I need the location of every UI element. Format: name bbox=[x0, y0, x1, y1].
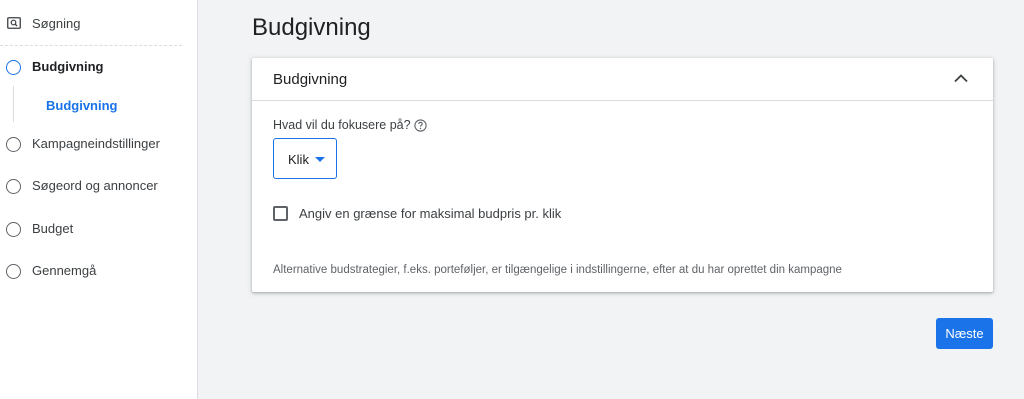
sidebar-step-budget[interactable]: Budget bbox=[0, 218, 198, 242]
bidding-card: Budgivning Hvad vil du fokusere på? Klik… bbox=[252, 58, 993, 292]
sidebar-search-label: Søgning bbox=[32, 16, 81, 31]
sidebar-step-label: Søgeord og annoncer bbox=[32, 178, 158, 193]
sidebar-substep-budgivning[interactable]: Budgivning bbox=[46, 98, 118, 113]
dropdown-caret-icon bbox=[315, 157, 325, 162]
chevron-up-icon[interactable] bbox=[953, 72, 969, 84]
card-title: Budgivning bbox=[273, 71, 348, 88]
page-title: Budgivning bbox=[252, 14, 371, 41]
alternative-strategies-note: Alternative budstrategier, f.eks. portef… bbox=[273, 264, 842, 276]
focus-select-value: Klik bbox=[288, 152, 309, 167]
sidebar: Søgning Budgivning Budgivning Kampagnein… bbox=[0, 0, 198, 399]
step-active-circle-icon bbox=[6, 60, 21, 75]
focus-question-label: Hvad vil du fokusere på? bbox=[273, 118, 411, 132]
step-circle-icon bbox=[6, 179, 21, 194]
sidebar-step-kampagneindstillinger[interactable]: Kampagneindstillinger bbox=[0, 133, 198, 157]
sidebar-step-soegeord[interactable]: Søgeord og annoncer bbox=[0, 175, 198, 199]
search-icon bbox=[7, 17, 21, 29]
max-bid-checkbox-label[interactable]: Angiv en grænse for maksimal budpris pr.… bbox=[299, 206, 561, 221]
sidebar-step-label: Budget bbox=[32, 221, 74, 236]
sidebar-search[interactable]: Søgning bbox=[0, 0, 182, 46]
focus-select[interactable]: Klik bbox=[273, 138, 337, 179]
sidebar-step-label: Budgivning bbox=[32, 59, 104, 74]
sidebar-step-label: Gennemgå bbox=[32, 263, 97, 278]
step-circle-icon bbox=[6, 264, 21, 279]
help-icon[interactable] bbox=[414, 119, 427, 132]
card-header[interactable]: Budgivning bbox=[252, 58, 993, 101]
max-bid-checkbox[interactable] bbox=[273, 206, 288, 221]
step-circle-icon bbox=[6, 222, 21, 237]
sidebar-step-gennemgaa[interactable]: Gennemgå bbox=[0, 260, 198, 284]
step-circle-icon bbox=[6, 137, 21, 152]
next-button[interactable]: Næste bbox=[936, 318, 993, 349]
substep-divider bbox=[13, 86, 14, 122]
sidebar-step-budgivning[interactable]: Budgivning bbox=[0, 56, 198, 80]
sidebar-step-label: Kampagneindstillinger bbox=[32, 136, 160, 151]
